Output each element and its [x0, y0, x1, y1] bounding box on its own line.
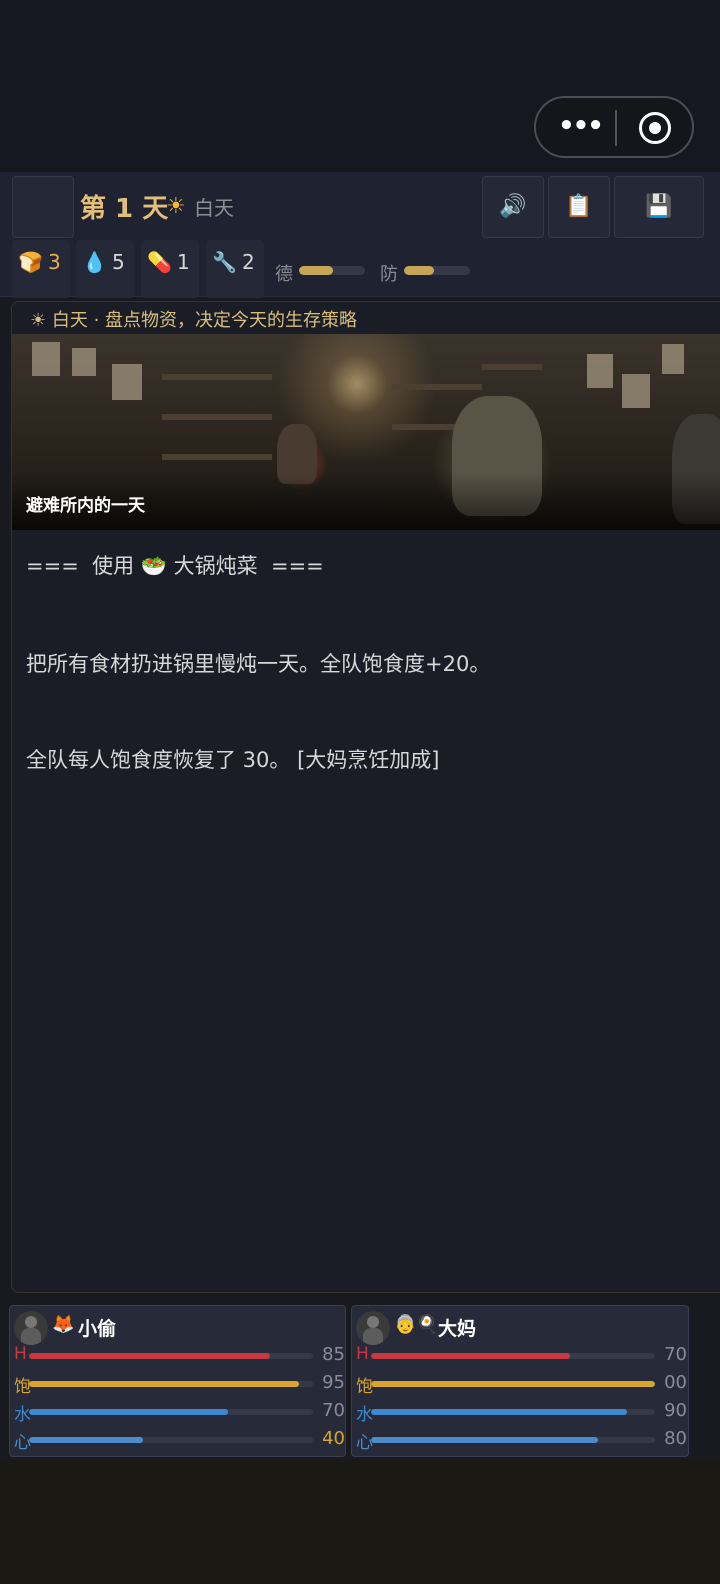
stat-label: H — [356, 1344, 369, 1364]
morality-meter — [299, 266, 365, 275]
character-name: 小偷 — [78, 1318, 117, 1340]
log-entry: 把所有食材扔进锅里慢炖一天。全队饱食度+20。 — [26, 652, 491, 676]
save-button[interactable]: 💾 — [614, 176, 704, 238]
phase-label: 白天 — [194, 196, 234, 220]
scene-caption: 避难所内的一天 — [26, 496, 145, 516]
stat-value: 70 — [322, 1400, 345, 1421]
food-count: 3 — [48, 250, 61, 274]
capsule-divider — [615, 110, 617, 146]
bread-icon: 🍞 — [18, 250, 43, 274]
stat-bar — [371, 1353, 655, 1359]
log-entry: 全队每人饱食度恢复了 30。 [大妈烹饪加成] — [26, 748, 440, 772]
stat-value: 95 — [322, 1372, 345, 1393]
avatar — [356, 1311, 390, 1345]
stat-bar — [371, 1437, 655, 1443]
floppy-disk-icon: 💾 — [645, 194, 673, 219]
stat-value: 40 — [322, 1428, 345, 1449]
sound-button[interactable]: 🔊 — [482, 176, 544, 238]
resource-medicine: 💊 1 — [141, 240, 199, 298]
clipboard-icon: 📋 — [565, 194, 593, 219]
cook-icon: 👵🍳 — [394, 1314, 439, 1335]
menu-button[interactable] — [12, 176, 74, 238]
status-area: ••• — [0, 0, 720, 172]
tools-count: 2 — [242, 250, 255, 274]
stat-value: 85 — [322, 1344, 345, 1365]
log-button[interactable]: 📋 — [548, 176, 610, 238]
stat-bar — [29, 1381, 313, 1387]
morality-label: 德 — [275, 264, 293, 285]
stat-bar — [29, 1353, 313, 1359]
more-icon[interactable]: ••• — [558, 112, 604, 142]
character-name: 大妈 — [438, 1318, 477, 1340]
stat-bar — [29, 1409, 313, 1415]
phase-description: ☀ 白天 · 盘点物资，决定今天的生存策略 — [30, 310, 358, 331]
resource-water: 💧 5 — [76, 240, 134, 298]
close-target-icon[interactable] — [639, 112, 671, 144]
stat-bar — [371, 1409, 655, 1415]
stat-bar — [371, 1381, 655, 1387]
medicine-count: 1 — [177, 250, 190, 274]
event-log-panel[interactable]: ☀ 白天 · 盘点物资，决定今天的生存策略 避难所内的一天 === 使用 🥗 大… — [11, 301, 720, 1293]
resource-food: 🍞 3 — [12, 240, 70, 298]
avatar — [14, 1311, 48, 1345]
stat-value: 80 — [664, 1428, 687, 1449]
wrench-icon: 🔧 — [212, 250, 237, 274]
stat-label: H — [14, 1344, 27, 1364]
scene-illustration: 避难所内的一天 — [12, 334, 720, 530]
resource-tools: 🔧 2 — [206, 240, 264, 298]
defense-meter — [404, 266, 470, 275]
bottom-area — [0, 1460, 720, 1584]
miniprogram-capsule: ••• — [534, 96, 694, 158]
stat-bar — [29, 1437, 313, 1443]
water-drop-icon: 💧 — [82, 250, 107, 274]
log-entry: === 使用 🥗 大锅炖菜 === — [26, 554, 324, 578]
character-card-auntie[interactable]: 👵🍳 大妈 H 70 饱 00 水 90 心 80 — [351, 1305, 689, 1457]
speaker-icon: 🔊 — [499, 194, 527, 219]
sun-icon: ☀ — [166, 194, 186, 219]
pill-icon: 💊 — [147, 250, 172, 274]
defense-label: 防 — [380, 264, 398, 285]
stat-value: 00 — [664, 1372, 687, 1393]
character-card-thief[interactable]: 🦊 小偷 H 85 饱 95 水 70 心 40 — [9, 1305, 346, 1457]
game-header: 第 1 天 ☀ 白天 🔊 📋 💾 🍞 3 💧 5 💊 1 🔧 2 德 防 — [0, 172, 720, 298]
fox-icon: 🦊 — [52, 1314, 75, 1335]
stat-value: 90 — [664, 1400, 687, 1421]
water-count: 5 — [112, 250, 125, 274]
stat-value: 70 — [664, 1344, 687, 1365]
day-title: 第 1 天 — [80, 194, 169, 224]
